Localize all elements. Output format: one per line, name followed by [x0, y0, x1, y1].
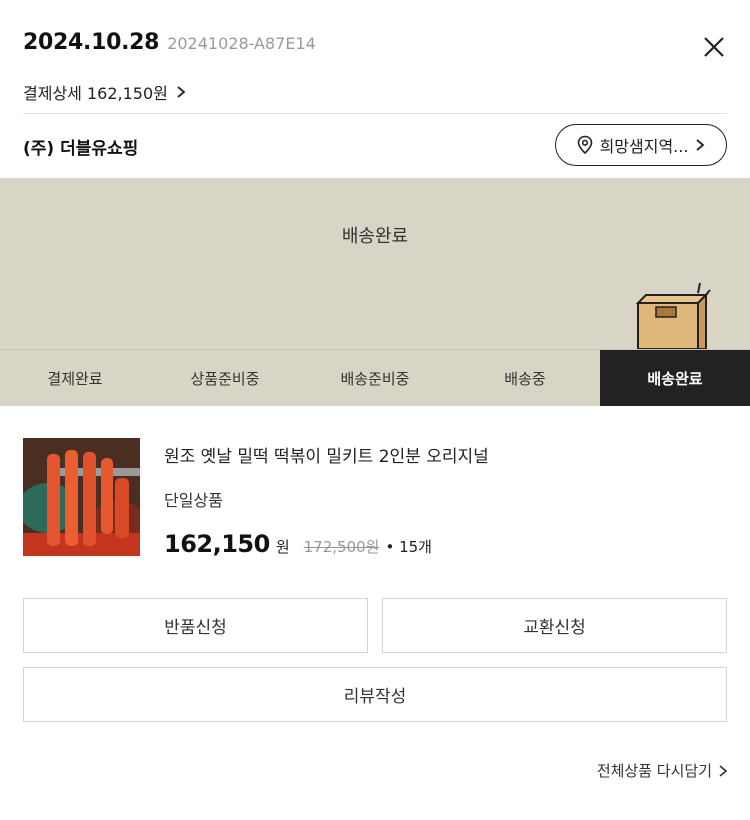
divider	[23, 113, 727, 114]
re-add-all-to-cart-link[interactable]: 전체상품 다시담기	[597, 760, 728, 781]
seller-name: (주) 더블유쇼핑	[23, 139, 139, 159]
location-pin-icon	[577, 135, 592, 155]
exchange-request-button[interactable]: 교환신청	[382, 598, 727, 653]
product-name[interactable]: 원조 옛날 밀떡 떡볶이 밀키트 2인분 오리지널	[164, 442, 489, 467]
step-delivered: 배송완료	[600, 350, 750, 406]
original-price: 172,500원	[303, 538, 380, 556]
close-icon[interactable]	[701, 34, 727, 60]
payment-detail-label: 결제상세 162,150원	[23, 84, 168, 103]
product-option: 단일상품	[164, 491, 223, 510]
order-date-row: 2024.10.28 20241028-A87E14	[23, 30, 727, 55]
return-request-button[interactable]: 반품신청	[23, 598, 368, 653]
price-row: 162,150 원 172,500원 • 15개	[164, 530, 432, 558]
package-box-icon	[635, 282, 711, 349]
delivery-status-title: 배송완료	[341, 226, 409, 247]
delivery-area-label: 희망샘지역...	[599, 137, 689, 156]
delivery-steps: 결제완료 상품준비중 배송준비중 배송중 배송완료	[0, 349, 750, 406]
delivery-area-button[interactable]: 희망샘지역...	[555, 124, 727, 166]
product-price: 162,150	[164, 530, 270, 558]
chevron-right-icon	[696, 139, 705, 151]
step-preparing-product: 상품준비중	[190, 369, 260, 388]
step-paid: 결제완료	[47, 369, 103, 388]
order-number: 20241028-A87E14	[167, 34, 316, 53]
step-shipping: 배송중	[504, 369, 546, 388]
order-date: 2024.10.28	[23, 30, 160, 55]
chevron-right-icon	[719, 764, 728, 777]
order-header: 2024.10.28 20241028-A87E14 결제상세 162,150원	[23, 30, 727, 114]
re-add-all-label: 전체상품 다시담기	[596, 762, 712, 780]
payment-detail-link[interactable]: 결제상세 162,150원	[23, 80, 188, 104]
price-unit: 원	[275, 538, 290, 556]
write-review-button[interactable]: 리뷰작성	[23, 667, 727, 722]
seller-row: (주) 더블유쇼핑 희망샘지역...	[23, 124, 727, 168]
chevron-right-icon	[177, 86, 186, 98]
delivery-status-banner: 배송완료	[0, 178, 750, 349]
product-thumbnail[interactable]	[23, 438, 140, 556]
product-quantity: • 15개	[385, 538, 432, 556]
step-preparing-shipment: 배송준비중	[340, 369, 410, 388]
order-product[interactable]: 원조 옛날 밀떡 떡볶이 밀키트 2인분 오리지널 단일상품 162,150 원…	[23, 438, 727, 558]
